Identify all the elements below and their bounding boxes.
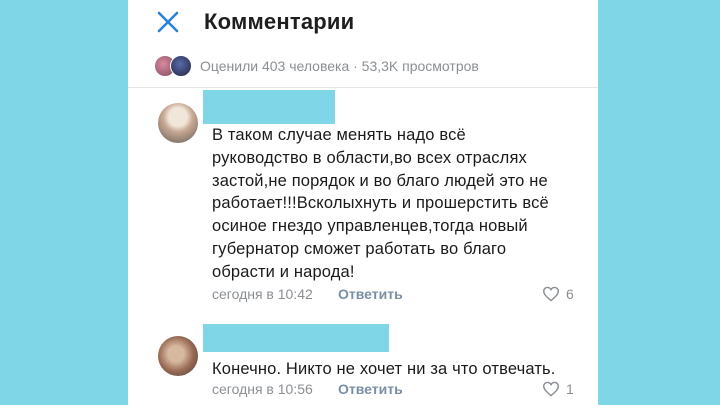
header: Комментарии xyxy=(128,0,598,46)
comment-text: В таком случае менять надо всё руководст… xyxy=(212,124,582,284)
comment-line: осиное гнездо управленцев,тогда новый xyxy=(212,217,528,236)
heart-icon xyxy=(542,381,560,397)
avatar xyxy=(170,55,192,77)
redacted-author-name xyxy=(203,90,335,124)
comment-line: В таком случае менять надо всё xyxy=(212,126,466,144)
comment-meta: сегодня в 10:42 Ответить 6 xyxy=(212,286,582,306)
comment-timestamp: сегодня в 10:56 xyxy=(212,381,313,397)
comment-line: работает!!!Всколыхнуть и прошерстить всё xyxy=(212,194,549,213)
comment-line: губернатор сможет работать во благо xyxy=(212,239,507,258)
like-count: 6 xyxy=(566,286,574,302)
like-count: 1 xyxy=(566,381,574,397)
comment-text: Конечно. Никто не хочет ни за что отвеча… xyxy=(212,358,582,381)
heart-icon xyxy=(542,286,560,302)
comment-meta: сегодня в 10:56 Ответить 1 xyxy=(212,381,582,401)
close-icon[interactable] xyxy=(156,10,180,34)
reply-button[interactable]: Ответить xyxy=(338,381,403,397)
avatar[interactable] xyxy=(158,336,198,376)
liker-avatars xyxy=(154,55,198,77)
comments-panel: Комментарии Оценили 403 человека · 53,3K… xyxy=(128,0,598,405)
post-stats[interactable]: Оценили 403 человека · 53,3K просмотров xyxy=(154,54,594,78)
divider xyxy=(128,87,598,88)
stats-text: Оценили 403 человека · 53,3K просмотров xyxy=(200,58,479,74)
page-title: Комментарии xyxy=(204,9,355,34)
comment-line: руководство в области,во всех отраслях xyxy=(212,148,527,167)
comment: В таком случае менять надо всё руководст… xyxy=(128,90,598,308)
reply-button[interactable]: Ответить xyxy=(338,286,403,302)
comment-timestamp: сегодня в 10:42 xyxy=(212,286,313,302)
comment: Конечно. Никто не хочет ни за что отвеча… xyxy=(128,320,598,405)
redacted-author-name xyxy=(203,324,389,352)
comment-line: обрасти и народа! xyxy=(212,262,355,281)
comment-line: Конечно. Никто не хочет ни за что отвеча… xyxy=(212,360,556,378)
comment-line: застой,не порядок и во благо людей это н… xyxy=(212,171,548,190)
avatar[interactable] xyxy=(158,103,198,143)
